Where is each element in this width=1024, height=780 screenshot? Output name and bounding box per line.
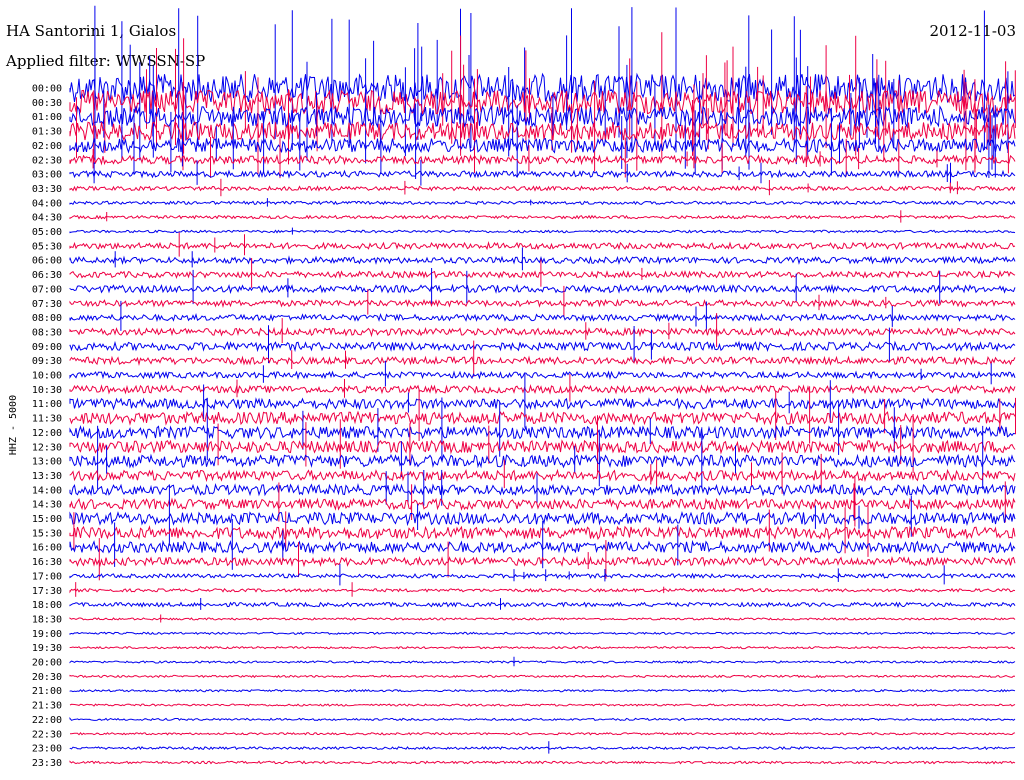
seismic-trace — [69, 439, 1016, 455]
seismic-trace — [69, 716, 1016, 722]
hour-label: 16:30 — [32, 557, 62, 568]
seismic-trace — [69, 312, 1016, 323]
hour-label: 17:30 — [32, 586, 62, 597]
hour-label: 08:00 — [32, 313, 62, 324]
y-axis-label: HHZ - 5000 — [8, 395, 19, 455]
seismic-trace — [69, 760, 1016, 765]
hour-label: 13:00 — [32, 457, 62, 468]
hour-label: 00:30 — [32, 98, 62, 109]
hour-label: 10:30 — [32, 385, 62, 396]
seismic-trace — [69, 269, 1016, 280]
seismic-trace — [69, 229, 1016, 234]
hour-label: 11:00 — [32, 399, 62, 410]
hour-label: 08:30 — [32, 327, 62, 338]
hour-label: 17:00 — [32, 571, 62, 582]
seismic-trace — [69, 169, 1016, 179]
seismic-trace — [69, 645, 1016, 650]
hour-label: 15:00 — [32, 514, 62, 525]
seismic-trace — [69, 424, 1016, 441]
seismic-trace — [69, 214, 1016, 220]
seismic-trace — [69, 674, 1016, 679]
station-title: HA Santorini 1, Gialos — [6, 22, 176, 40]
hour-label: 20:30 — [32, 672, 62, 683]
hour-label: 02:30 — [32, 155, 62, 166]
hour-label: 12:30 — [32, 442, 62, 453]
seismic-trace — [69, 688, 1016, 693]
hour-label: 22:00 — [32, 715, 62, 726]
hour-label: 07:30 — [32, 299, 62, 310]
seismic-trace — [69, 200, 1016, 206]
hour-label: 06:00 — [32, 256, 62, 267]
seismic-trace — [69, 601, 1016, 608]
hour-label: 01:30 — [32, 127, 62, 138]
seismic-trace — [69, 703, 1016, 707]
hour-label: 23:00 — [32, 744, 62, 755]
seismic-trace — [69, 483, 1016, 497]
hour-label: 21:30 — [32, 701, 62, 712]
hour-label: 21:00 — [32, 686, 62, 697]
seismic-trace — [69, 468, 1016, 483]
hour-label: 07:00 — [32, 284, 62, 295]
hour-label: 02:00 — [32, 141, 62, 152]
seismic-trace — [69, 631, 1015, 635]
seismic-trace — [69, 154, 1016, 166]
hour-label: 00:00 — [32, 84, 62, 95]
hour-label: 11:30 — [32, 414, 62, 425]
hour-label: 05:00 — [32, 227, 62, 238]
hour-label: 22:30 — [32, 729, 62, 740]
seismic-trace — [70, 731, 1016, 736]
seismic-trace — [69, 587, 1016, 594]
seismogram-tracks: 00:00 00:30 01:00 01:30 02:00 02:30 03:00 03:30… — [32, 5, 1016, 769]
seismic-trace — [69, 121, 1016, 142]
hour-label: 12:00 — [32, 428, 62, 439]
hour-label: 05:30 — [32, 241, 62, 252]
seismic-trace — [69, 384, 1016, 395]
hour-label: 15:30 — [32, 528, 62, 539]
date-label: 2012-11-03 — [930, 22, 1016, 40]
hour-label: 18:30 — [32, 614, 62, 625]
seismic-trace — [69, 298, 1016, 309]
hour-label: 13:30 — [32, 471, 62, 482]
hour-label: 19:00 — [32, 629, 62, 640]
hour-label: 03:30 — [32, 184, 62, 195]
seismic-trace — [69, 497, 1016, 511]
seismic-trace — [69, 370, 1016, 380]
hour-label: 09:30 — [32, 356, 62, 367]
hour-label: 18:00 — [32, 600, 62, 611]
seismic-trace — [69, 746, 1016, 751]
seismic-trace — [69, 241, 1016, 251]
hour-label: 06:30 — [32, 270, 62, 281]
hour-label: 19:30 — [32, 643, 62, 654]
hour-label: 14:00 — [32, 485, 62, 496]
seismic-trace — [69, 617, 1016, 621]
hour-label: 20:00 — [32, 658, 62, 669]
seismic-trace — [69, 355, 1016, 366]
seismic-trace — [69, 340, 1016, 353]
seismic-trace — [69, 410, 1016, 426]
seismic-trace — [69, 326, 1016, 338]
seismic-trace — [69, 255, 1016, 266]
seismic-trace — [69, 283, 1016, 295]
hour-label: 16:00 — [32, 543, 62, 554]
seismic-trace — [69, 185, 1016, 192]
hour-label: 09:00 — [32, 342, 62, 353]
hour-label: 01:00 — [32, 112, 62, 123]
helicorder-chart: HA Santorini 1, Gialos 2012-11-03 Applie… — [5, 5, 1016, 769]
hour-label: 03:00 — [32, 170, 62, 181]
hour-label: 04:00 — [32, 198, 62, 209]
seismic-trace — [69, 660, 1016, 664]
hour-label: 10:00 — [32, 371, 62, 382]
seismic-trace — [69, 572, 1016, 580]
seismic-trace — [69, 453, 1016, 469]
hour-label: 04:30 — [32, 213, 62, 224]
hour-label: 14:30 — [32, 500, 62, 511]
hour-label: 23:30 — [32, 758, 62, 769]
seismic-trace — [69, 136, 1016, 155]
seismic-trace — [69, 397, 1016, 411]
